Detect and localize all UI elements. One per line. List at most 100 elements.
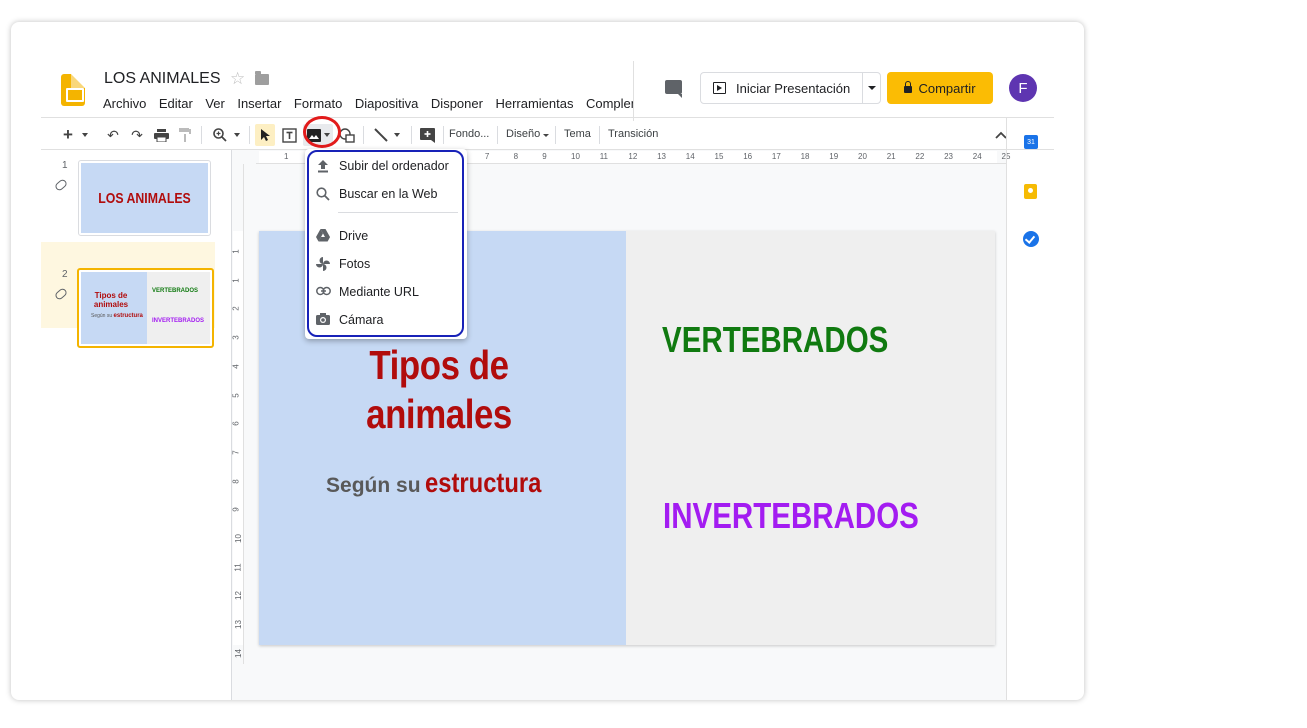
- menu-ver[interactable]: Ver: [205, 96, 225, 111]
- ruler-tick-label: 11: [233, 563, 243, 572]
- document-title[interactable]: LOS ANIMALES: [104, 70, 221, 88]
- text-box-icon[interactable]: [279, 124, 299, 146]
- subtitle-gray: Según su: [326, 474, 421, 497]
- select-cursor-icon[interactable]: [255, 124, 275, 146]
- ruler-tick-label: 10: [233, 534, 243, 543]
- app-window: LOS ANIMALES ☆ Archivo Editar Ver Insert…: [11, 22, 1084, 700]
- ruler-tick-label: 14: [685, 152, 695, 161]
- ruler-tick-label: 18: [800, 152, 810, 161]
- ruler-tick-label: 1: [284, 152, 289, 161]
- comment-history-icon[interactable]: [665, 80, 682, 98]
- ruler-tick-label: 12: [628, 152, 638, 161]
- zoom-dropdown[interactable]: [231, 124, 243, 146]
- toolbar-separator: [363, 126, 364, 144]
- theme-button[interactable]: Tema: [564, 128, 591, 140]
- subtitle-red: estructura: [425, 467, 542, 498]
- slide-title-line2: animales: [366, 391, 512, 437]
- thumb-title: Tipos de animales: [93, 291, 129, 309]
- ruler-tick-label: 14: [233, 648, 243, 658]
- chevron-down-icon: [394, 133, 400, 137]
- menu-formato[interactable]: Formato: [294, 96, 342, 111]
- ruler-tick-label: 11: [599, 152, 608, 161]
- menu-diapositiva[interactable]: Diapositiva: [355, 96, 419, 111]
- slide-number: 2: [62, 269, 68, 280]
- slide-number: 1: [62, 160, 68, 171]
- present-dropdown-button[interactable]: [862, 72, 881, 104]
- menu-herramientas[interactable]: Herramientas: [495, 96, 573, 111]
- folder-icon[interactable]: [255, 71, 269, 85]
- new-slide-button[interactable]: +: [59, 124, 77, 146]
- toolbar-separator: [443, 126, 444, 144]
- slide-title[interactable]: Tipos de animales: [337, 341, 541, 439]
- line-icon[interactable]: [371, 124, 391, 146]
- thumb-subtitle-a: Según su: [91, 313, 113, 319]
- invertebrados-text[interactable]: INVERTEBRADOS: [663, 495, 919, 537]
- ruler-tick-label: 20: [858, 152, 867, 161]
- avatar[interactable]: F: [1009, 74, 1037, 102]
- ruler-tick-label: 9: [542, 152, 547, 161]
- share-label: Compartir: [918, 80, 976, 96]
- toolbar-separator: [497, 126, 498, 144]
- print-icon[interactable]: [151, 124, 171, 146]
- menu-editar[interactable]: Editar: [159, 96, 193, 111]
- ruler-tick-label: 22: [915, 152, 925, 161]
- transition-button[interactable]: Transición: [608, 128, 658, 140]
- background-button[interactable]: Fondo...: [449, 128, 489, 140]
- menu-disponer[interactable]: Disponer: [431, 96, 483, 111]
- ruler-tick-label: 6: [231, 421, 241, 426]
- toolbar-separator: [599, 126, 600, 144]
- new-slide-dropdown[interactable]: [79, 124, 91, 146]
- vertical-ruler-page: 1 1 2 3 4 5 6 7 8 9 10 11 12 13 14: [231, 231, 243, 658]
- add-comment-icon[interactable]: [417, 124, 437, 146]
- ruler-tick-label: 21: [886, 152, 896, 161]
- thumb-invertebrados: INVERTEBRADOS: [152, 318, 205, 324]
- toolbar: + ↶ ↷ Fondo... Diseño Tema Transición: [41, 120, 1054, 150]
- ruler-tick-label: 15: [714, 152, 724, 161]
- ruler-tick-label: 19: [829, 152, 839, 161]
- thumb-vertebrados: VERTEBRADOS: [152, 288, 199, 294]
- present-icon: [713, 82, 726, 94]
- undo-icon[interactable]: ↶: [103, 124, 123, 146]
- slide-right-panel: [626, 231, 995, 645]
- menu-highlight-annotation: [307, 150, 464, 337]
- slides-logo-icon[interactable]: [61, 74, 85, 106]
- menu-archivo[interactable]: Archivo: [103, 96, 146, 111]
- ruler-tick-label: 7: [484, 152, 490, 161]
- menu-bar: Archivo Editar Ver Insertar Formato Diap…: [103, 96, 633, 111]
- highlight-circle-annotation: [303, 116, 341, 148]
- layout-label: Diseño: [506, 128, 541, 140]
- slide-thumbnail-2[interactable]: Tipos de animales Según su estructura VE…: [77, 268, 214, 348]
- ruler-tick-label: 3: [231, 335, 241, 340]
- layout-button[interactable]: Diseño: [506, 128, 550, 140]
- ruler-tick-label: 12: [233, 591, 243, 601]
- ruler-tick-label: 17: [771, 152, 781, 161]
- chevron-down-icon: [234, 133, 240, 137]
- vertebrados-text[interactable]: VERTEBRADOS: [662, 319, 888, 361]
- lock-icon: [904, 81, 913, 93]
- ruler-tick-label: 7: [231, 450, 241, 455]
- chevron-down-icon: [543, 134, 550, 137]
- keep-icon[interactable]: [1024, 184, 1037, 199]
- zoom-icon[interactable]: [209, 124, 231, 146]
- ruler-tick-label: 24: [972, 152, 982, 161]
- menu-complementos[interactable]: Complementos: [586, 96, 633, 111]
- line-dropdown[interactable]: [391, 124, 403, 146]
- slide-subtitle[interactable]: Según su estructura: [299, 467, 589, 499]
- calendar-icon[interactable]: 31: [1024, 135, 1038, 149]
- paint-format-icon[interactable]: [175, 124, 195, 146]
- ruler-tick-label: 4: [231, 364, 241, 369]
- ruler-tick-label: 23: [944, 152, 953, 161]
- slide-thumbnail-1[interactable]: LOS ANIMALES: [78, 160, 211, 236]
- ruler-tick-label: 8: [513, 152, 519, 161]
- present-button[interactable]: Iniciar Presentación: [700, 72, 863, 104]
- share-button[interactable]: Compartir: [887, 72, 993, 104]
- star-icon[interactable]: ☆: [230, 69, 245, 89]
- toolbar-top-border: [41, 117, 1054, 118]
- ruler-tick-label: 5: [231, 392, 241, 398]
- ruler-tick-label: 2: [231, 306, 241, 312]
- redo-icon[interactable]: ↷: [127, 124, 147, 146]
- menu-insertar[interactable]: Insertar: [237, 96, 281, 111]
- collapse-toolbar-icon[interactable]: [991, 124, 1011, 146]
- ruler-tick-label: 13: [657, 152, 666, 161]
- tasks-icon[interactable]: [1023, 231, 1039, 247]
